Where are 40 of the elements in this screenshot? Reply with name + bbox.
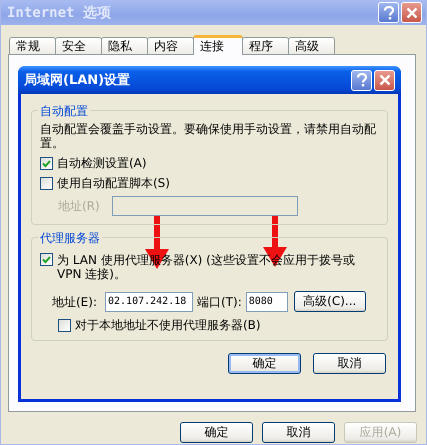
- window-button[interactable]: 取消: [262, 422, 335, 443]
- close-button[interactable]: [374, 70, 395, 90]
- help-button[interactable]: [378, 2, 399, 23]
- tab[interactable]: 常规: [9, 37, 56, 54]
- tab[interactable]: 连接: [193, 35, 243, 55]
- checkbox-label[interactable]: 自动检测设置(A): [57, 156, 147, 170]
- tab[interactable]: 内容: [147, 37, 194, 54]
- checkmark-icon: [42, 158, 51, 168]
- tab[interactable]: 安全: [55, 37, 102, 54]
- tab[interactable]: 程序: [242, 37, 289, 54]
- description-text: 自动配置会覆盖手动设置。要确保使用手动设置，请禁用自动配置。: [40, 122, 377, 150]
- input-field[interactable]: 02.107.242.18: [105, 292, 193, 312]
- dialog-title: 局域网(LAN)设置: [24, 72, 132, 89]
- dialog-button[interactable]: 确定: [228, 353, 301, 374]
- group-title: 代理服务器: [38, 230, 102, 247]
- advanced-button[interactable]: 高级(C)...: [294, 291, 366, 312]
- help-icon: [356, 73, 368, 87]
- window-button[interactable]: 确定: [180, 422, 253, 443]
- checkbox[interactable]: [40, 253, 53, 266]
- field-label: 端口(T):: [197, 294, 242, 308]
- group-title: 自动配置: [38, 103, 90, 120]
- checkbox[interactable]: [40, 156, 53, 170]
- input-field[interactable]: 8080: [246, 292, 288, 312]
- tab[interactable]: 高级: [288, 37, 335, 54]
- tab[interactable]: 隐私: [101, 37, 148, 54]
- close-icon: [406, 6, 418, 18]
- checkbox[interactable]: [40, 176, 53, 190]
- checkbox-label[interactable]: 使用自动配置脚本(S): [57, 176, 170, 190]
- help-button[interactable]: [351, 70, 372, 90]
- dialog-button[interactable]: 取消: [313, 353, 386, 374]
- checkbox[interactable]: [58, 318, 71, 332]
- checkmark-icon: [42, 255, 51, 264]
- field-label: 地址(R): [58, 199, 100, 213]
- window-title: Internet 选项: [7, 4, 112, 22]
- close-button[interactable]: [401, 2, 422, 23]
- input-field[interactable]: [112, 196, 298, 216]
- help-icon: [382, 6, 394, 20]
- close-icon: [378, 74, 390, 86]
- field-label: 地址(E):: [52, 294, 97, 308]
- checkbox-label[interactable]: 对于本地地址不使用代理服务器(B): [75, 318, 261, 332]
